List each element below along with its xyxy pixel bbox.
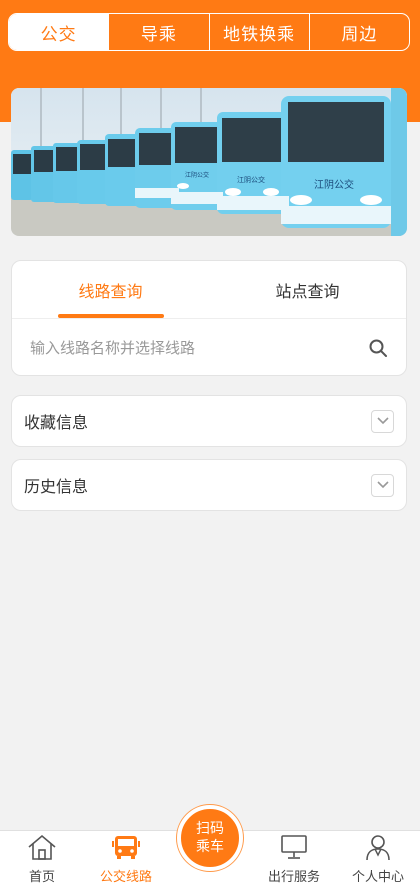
- person-icon: [363, 831, 393, 862]
- svg-text:江阴公交: 江阴公交: [185, 171, 209, 179]
- route-query-card: 线路查询 站点查询: [11, 260, 407, 376]
- history-expand-button[interactable]: [371, 473, 394, 497]
- bottom-navigation: 首页 公交线路 扫码 乘车 出行服务 个人中心: [0, 805, 420, 886]
- nav-scan: 扫码 乘车: [168, 805, 252, 886]
- favorites-label: 收藏信息: [24, 413, 89, 432]
- nav-travel-services[interactable]: 出行服务: [252, 831, 336, 886]
- top-segmented-control: 公交 导乘 地铁换乘 周边: [8, 13, 410, 51]
- scan-label-line1: 扫码: [196, 821, 224, 837]
- segment-nearby[interactable]: 周边: [308, 14, 409, 50]
- monitor-icon: [279, 831, 309, 862]
- scan-to-ride-button[interactable]: 扫码 乘车: [177, 805, 243, 871]
- nav-personal-center[interactable]: 个人中心: [336, 831, 420, 886]
- favorites-expand-button[interactable]: [371, 409, 394, 433]
- chevron-down-icon: [376, 417, 389, 425]
- nav-bus-routes[interactable]: 公交线路: [84, 831, 168, 886]
- history-label: 历史信息: [24, 477, 89, 496]
- segment-guide[interactable]: 导乘: [108, 14, 208, 50]
- svg-text:江阴公交: 江阴公交: [237, 175, 265, 184]
- bus-fleet-illustration: 江阴公交 江阴公交 江阴公交: [11, 88, 407, 236]
- chevron-down-icon: [376, 481, 389, 489]
- tab-route-query[interactable]: 线路查询: [12, 261, 209, 318]
- banner-image[interactable]: 江阴公交 江阴公交 江阴公交: [11, 88, 407, 236]
- segment-bus[interactable]: 公交: [9, 14, 109, 50]
- svg-text:江阴公交: 江阴公交: [314, 178, 354, 191]
- history-section[interactable]: 历史信息: [11, 459, 407, 511]
- tab-stop-query[interactable]: 站点查询: [209, 261, 406, 318]
- search-icon[interactable]: [368, 338, 388, 358]
- nav-home[interactable]: 首页: [0, 831, 84, 886]
- favorites-section[interactable]: 收藏信息: [11, 395, 407, 447]
- nav-travel-services-label: 出行服务: [267, 870, 320, 885]
- home-icon: [27, 831, 57, 862]
- query-tabs: 线路查询 站点查询: [12, 261, 406, 319]
- segment-metro-transfer[interactable]: 地铁换乘: [208, 14, 309, 50]
- search-row: [12, 319, 406, 377]
- bus-icon: [111, 831, 141, 862]
- scan-label-line2: 乘车: [196, 839, 224, 855]
- nav-personal-center-label: 个人中心: [351, 870, 404, 885]
- route-search-input[interactable]: [30, 339, 368, 357]
- nav-home-label: 首页: [28, 870, 55, 885]
- nav-bus-routes-label: 公交线路: [99, 870, 152, 885]
